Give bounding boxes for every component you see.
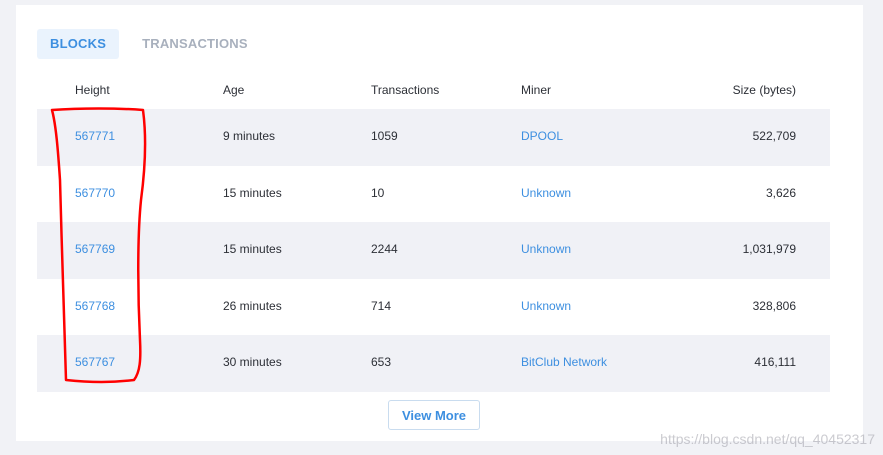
table-header: Height Age Transactions Miner Size (byte… [37,75,830,109]
block-age: 9 minutes [223,129,276,143]
table-row: 567771 9 minutes 1059 DPOOL 522,709 [37,109,830,166]
table-row: 567769 15 minutes 2244 Unknown 1,031,979 [37,222,830,279]
block-age: 15 minutes [223,242,282,256]
column-header-transactions: Transactions [371,83,440,97]
block-height-link[interactable]: 567771 [75,129,115,143]
block-age: 30 minutes [223,355,282,369]
block-miner-link[interactable]: Unknown [521,299,571,313]
block-height-link[interactable]: 567768 [75,299,115,313]
table-row: 567770 15 minutes 10 Unknown 3,626 [37,166,830,223]
block-height-link[interactable]: 567769 [75,242,115,256]
block-height-link[interactable]: 567770 [75,186,115,200]
block-miner-link[interactable]: DPOOL [521,129,563,143]
block-transactions: 1059 [371,129,398,143]
column-header-height: Height [75,83,110,97]
block-miner-link[interactable]: Unknown [521,186,571,200]
blocks-table: Height Age Transactions Miner Size (byte… [37,75,830,392]
watermark-text: https://blog.csdn.net/qq_40452317 [660,431,875,447]
block-size: 1,031,979 [742,242,796,256]
block-height-link[interactable]: 567767 [75,355,115,369]
column-header-miner: Miner [521,83,552,97]
tab-transactions[interactable]: TRANSACTIONS [129,29,261,59]
block-age: 15 minutes [223,185,282,200]
column-header-age: Age [223,83,245,97]
block-size: 328,806 [752,298,796,313]
block-transactions: 10 [371,185,385,200]
block-size: 522,709 [752,129,796,143]
blocks-panel: BLOCKS TRANSACTIONS Height Age Transacti… [16,5,863,441]
block-miner-link[interactable]: Unknown [521,242,571,256]
table-row: 567768 26 minutes 714 Unknown 328,806 [37,279,830,336]
block-miner-link[interactable]: BitClub Network [521,355,607,369]
tab-bar: BLOCKS TRANSACTIONS [37,29,261,59]
block-size: 416,111 [754,355,796,369]
block-transactions: 2244 [371,242,398,256]
column-header-size: Size (bytes) [732,83,796,97]
tab-blocks[interactable]: BLOCKS [37,29,120,59]
view-more-button[interactable]: View More [388,400,480,430]
block-transactions: 714 [371,298,392,313]
block-age: 26 minutes [223,298,282,313]
block-size: 3,626 [765,185,796,200]
table-row: 567767 30 minutes 653 BitClub Network 41… [37,335,830,392]
block-transactions: 653 [371,355,392,369]
